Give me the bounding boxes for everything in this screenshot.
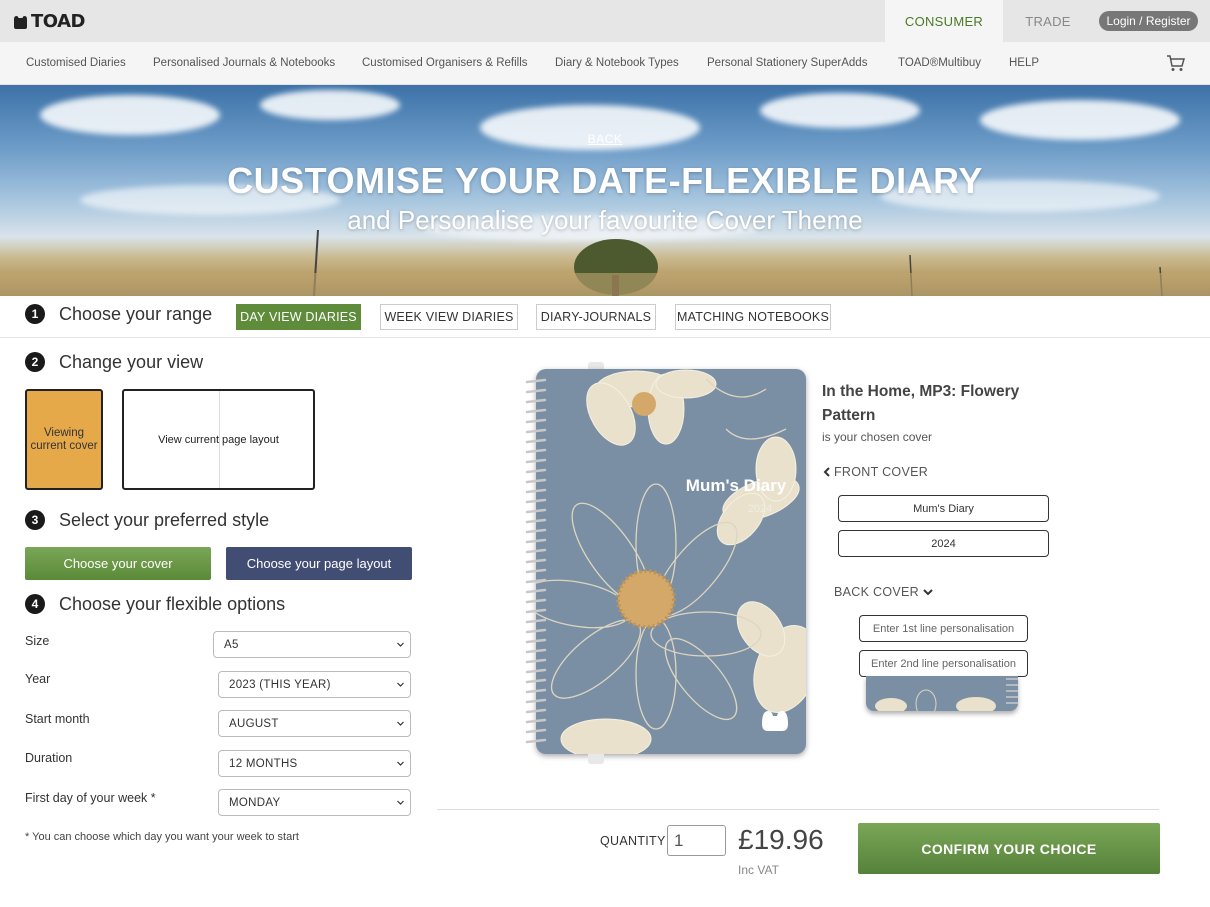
step-2-number: 2 (25, 352, 45, 372)
back-cover-preview (866, 676, 1018, 711)
range-week-view-button[interactable]: WEEK VIEW DIARIES (380, 304, 518, 330)
diary-cover-title: Mum's Diary (685, 476, 787, 495)
chevron-left-icon (823, 467, 830, 477)
nav-item-customised-diaries[interactable]: Customised Diaries (26, 57, 126, 69)
diary-spiral-binding (525, 378, 547, 744)
cart-icon[interactable] (1166, 54, 1186, 72)
range-day-view-button[interactable]: DAY VIEW DIARIES (236, 304, 361, 330)
first-day-label: First day of your week * (25, 791, 156, 805)
year-select[interactable]: 2023 (THIS YEAR) (218, 671, 411, 698)
nav-item-personal-stationery[interactable]: Personal Stationery SuperAdds (707, 57, 867, 69)
back-link[interactable]: BACK (0, 132, 1210, 146)
price: £19.96 (738, 824, 824, 855)
first-day-select[interactable]: MONDAY (218, 789, 411, 816)
front-cover-line-2-input[interactable]: 2024 (838, 530, 1049, 557)
front-cover-label: FRONT COVER (834, 465, 929, 479)
chevron-down-icon (397, 682, 404, 687)
quantity-label: QUANTITY (600, 834, 666, 848)
range-divider (0, 337, 1210, 338)
login-register-button[interactable]: Login / Register (1099, 11, 1198, 31)
inc-vat-label: Inc VAT (738, 863, 779, 877)
duration-value: 12 MONTHS (229, 757, 298, 770)
choose-cover-button[interactable]: Choose your cover (25, 547, 211, 580)
nav-item-customised-organisers[interactable]: Customised Organisers & Refills (362, 57, 528, 69)
diary-cover-preview (536, 369, 806, 754)
logo-text: TOAD (31, 10, 85, 32)
page-subtitle: and Personalise your favourite Cover The… (347, 205, 863, 235)
chosen-cover-caption: is your chosen cover (822, 430, 933, 444)
front-cover-line-1-input[interactable]: Mum's Diary (838, 495, 1049, 522)
toad-logo[interactable]: TOAD (12, 9, 85, 33)
toad-logo-icon (14, 15, 27, 29)
chevron-down-icon (397, 761, 404, 766)
hero-banner: BACK CUSTOMISE YOUR DATE-FLEXIBLE DIARY … (0, 85, 1210, 296)
front-cover-toggle[interactable]: FRONT COVER (823, 465, 928, 479)
size-select[interactable]: A5 (213, 631, 411, 658)
back-cover-toggle[interactable]: BACK COVER (834, 585, 933, 599)
page-title: CUSTOMISE YOUR DATE-FLEXIBLE DIARY (227, 160, 983, 201)
chevron-down-icon (397, 642, 404, 647)
view-layout-button[interactable]: View current page layout (122, 389, 315, 490)
choose-page-layout-button[interactable]: Choose your page layout (226, 547, 412, 580)
duration-select[interactable]: 12 MONTHS (218, 750, 411, 777)
nav-item-multibuy[interactable]: TOAD®Multibuy (898, 57, 981, 69)
start-month-select[interactable]: AUGUST (218, 710, 411, 737)
duration-label: Duration (25, 751, 73, 765)
confirm-choice-button[interactable]: CONFIRM YOUR CHOICE (858, 823, 1160, 874)
step-4-number: 4 (25, 594, 45, 614)
start-month-label: Start month (25, 712, 90, 726)
first-day-value: MONDAY (229, 796, 281, 809)
year-label: Year (25, 672, 51, 686)
step-3-title: Select your preferred style (59, 510, 270, 530)
nav-item-personalised-journals[interactable]: Personalised Journals & Notebooks (153, 57, 335, 69)
year-value: 2023 (THIS YEAR) (229, 678, 331, 691)
start-month-value: AUGUST (229, 717, 279, 730)
chevron-down-icon (923, 589, 933, 596)
back-cover-pattern (875, 678, 1018, 711)
back-cover-line-1-input[interactable]: Enter 1st line personalisation (859, 615, 1028, 642)
top-bar: TOAD CONSUMER TRADE Login / Register (0, 0, 1210, 42)
step-4-title: Choose your flexible options (59, 594, 286, 614)
diary-cover-year: 2024 (747, 503, 773, 515)
back-cover-label: BACK COVER (834, 585, 919, 599)
step-3-number: 3 (25, 510, 45, 530)
view-layout-label: View current page layout (158, 433, 279, 446)
back-cover-line-2-input[interactable]: Enter 2nd line personalisation (859, 650, 1028, 677)
toad-logo-small-icon (762, 711, 788, 731)
view-cover-button[interactable]: Viewing current cover (25, 389, 103, 490)
diary-clip-bottom (588, 754, 604, 764)
chevron-down-icon (397, 800, 404, 805)
flower-pattern (536, 369, 806, 754)
main-nav: Customised Diaries Personalised Journals… (0, 42, 1210, 85)
range-diary-journals-button[interactable]: DIARY-JOURNALS (536, 304, 656, 330)
quantity-input[interactable]: 1 (667, 825, 726, 856)
chosen-cover-name: In the Home, MP3: Flowery Pattern (822, 383, 1020, 425)
step-1-number: 1 (25, 304, 45, 324)
chevron-down-icon (397, 721, 404, 726)
size-label: Size (25, 634, 50, 648)
step-2-title: Change your view (59, 352, 204, 372)
week-start-footnote: * You can choose which day you want your… (25, 831, 299, 843)
nav-item-help[interactable]: HELP (1009, 57, 1039, 69)
tab-trade[interactable]: TRADE (1003, 0, 1093, 42)
purchase-divider (437, 809, 1159, 810)
size-value: A5 (224, 638, 239, 651)
step-1-title: Choose your range (59, 304, 213, 324)
range-matching-notebooks-button[interactable]: MATCHING NOTEBOOKS (675, 304, 831, 330)
tab-consumer[interactable]: CONSUMER (885, 0, 1003, 42)
nav-item-diary-notebook-types[interactable]: Diary & Notebook Types (555, 57, 679, 69)
